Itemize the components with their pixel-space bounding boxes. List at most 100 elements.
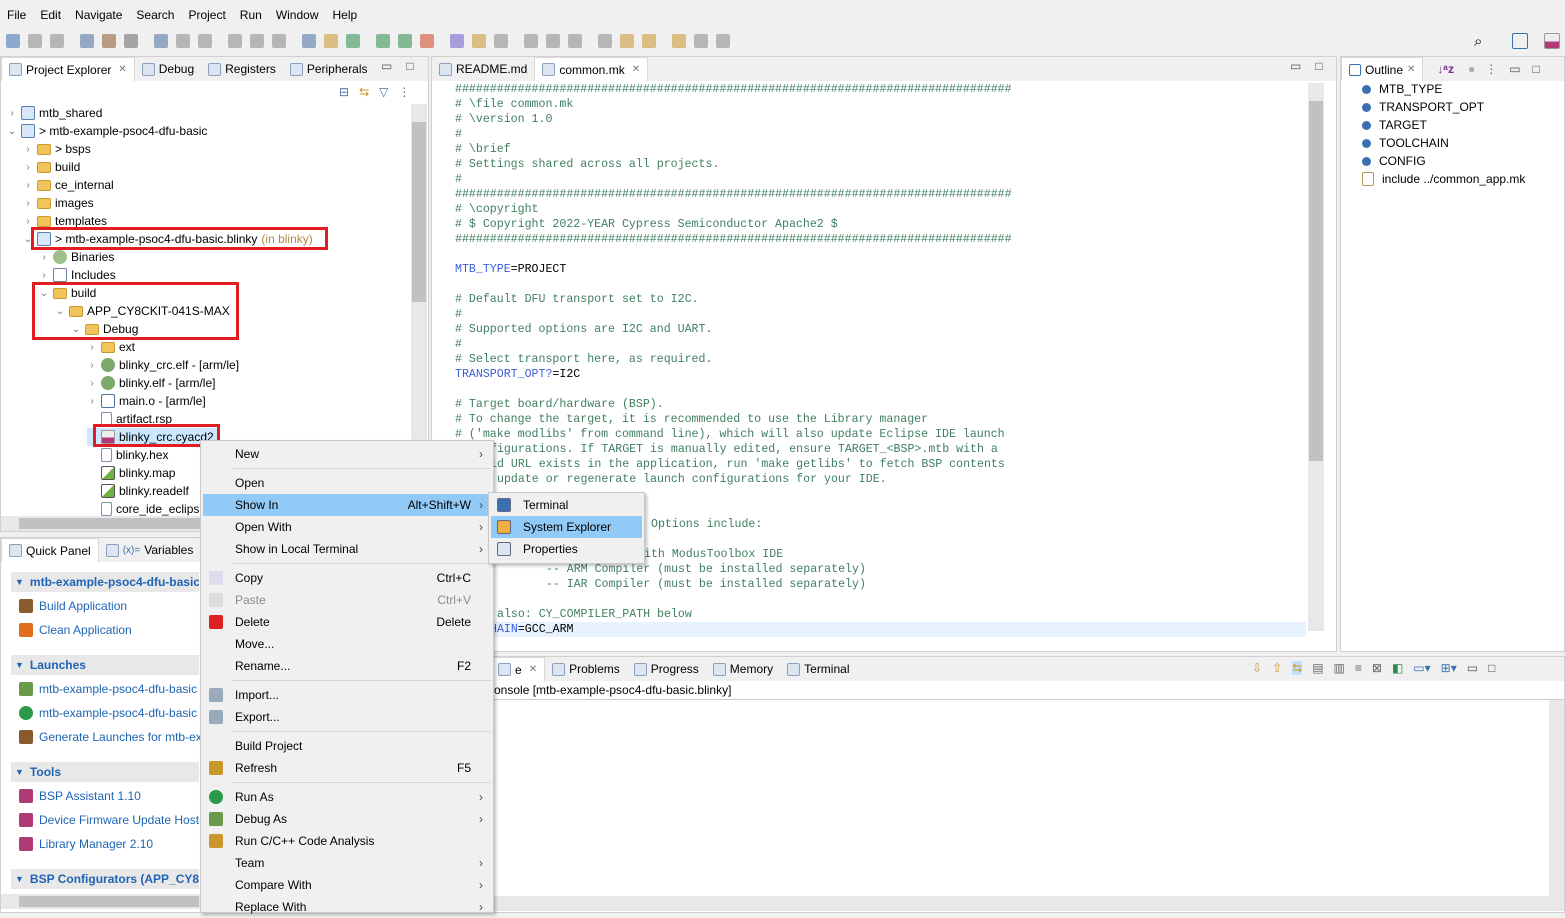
tree-item[interactable]: › blinky_crc.elf - [arm/le] xyxy=(87,356,239,374)
link-editor-icon[interactable]: ⇆ xyxy=(359,85,369,99)
toolbar-button-icon[interactable] xyxy=(524,34,538,48)
hide-fields-icon[interactable]: ● xyxy=(1468,62,1475,76)
menu-item-compare-with[interactable]: Compare With › xyxy=(203,874,491,896)
close-icon[interactable]: ✕ xyxy=(632,64,640,75)
menu-window[interactable]: Window xyxy=(269,6,326,26)
toolbar-button-icon[interactable] xyxy=(472,34,486,48)
tab-terminal[interactable]: Terminal xyxy=(780,657,856,681)
menu-item-import[interactable]: Import... xyxy=(203,684,491,706)
menu-item-paste[interactable]: Paste Ctrl+V xyxy=(203,589,491,611)
quick-panel-link[interactable]: mtb-example-psoc4-dfu-basic xyxy=(19,682,201,696)
tab-progress[interactable]: Progress xyxy=(627,657,706,681)
menu-item-refresh[interactable]: Refresh F5 xyxy=(203,757,491,779)
tab-e[interactable]: e ✕ xyxy=(490,657,546,681)
chevron-right-icon[interactable]: › xyxy=(87,360,97,371)
menu-item-show-in[interactable]: Show In Alt+Shift+W › xyxy=(203,494,491,516)
toolbar-button-icon[interactable] xyxy=(642,34,656,48)
toolbar-button-icon[interactable] xyxy=(620,34,634,48)
toolbar-button-icon[interactable] xyxy=(420,34,434,48)
menu-item-delete[interactable]: Delete Delete xyxy=(203,611,491,633)
maximize-icon[interactable]: □ xyxy=(1533,62,1540,76)
view-menu-icon[interactable]: ⋮ xyxy=(398,85,410,99)
minimize-icon[interactable]: ▭ xyxy=(1467,661,1478,675)
menu-item-run-as[interactable]: Run As › xyxy=(203,786,491,808)
display-console-icon[interactable]: ▭▾ xyxy=(1413,661,1430,675)
maximize-icon[interactable]: □ xyxy=(1315,59,1322,73)
quick-panel-section-header[interactable]: ▼ Launches xyxy=(11,655,199,675)
chevron-right-icon[interactable]: › xyxy=(87,396,97,407)
chevron-right-icon[interactable]: › xyxy=(7,108,17,119)
tree-item[interactable]: › images xyxy=(23,194,93,212)
tree-item[interactable]: › ce_internal xyxy=(23,176,113,194)
scroll-up-icon[interactable]: ⇧ xyxy=(1272,661,1282,675)
toolbar-button-icon[interactable] xyxy=(376,34,390,48)
chevron-right-icon[interactable]: › xyxy=(23,198,33,209)
tree-item[interactable]: › blinky.elf - [arm/le] xyxy=(87,374,215,392)
pin-icon[interactable]: ≡ xyxy=(1355,661,1362,675)
menu-item-build-project[interactable]: Build Project xyxy=(203,735,491,757)
tab-common-mk[interactable]: common.mk ✕ xyxy=(534,57,649,81)
toolbar-button-icon[interactable] xyxy=(494,34,508,48)
minimize-icon[interactable]: ▭ xyxy=(1509,62,1520,76)
outline-item[interactable]: TOOLCHAIN xyxy=(1362,136,1449,150)
chevron-right-icon[interactable]: › xyxy=(23,162,33,173)
quick-panel-horizontal-scrollbar[interactable] xyxy=(1,894,201,909)
toolbar-button-icon[interactable] xyxy=(694,34,708,48)
menu-item-replace-with[interactable]: Replace With › xyxy=(203,896,491,918)
tree-item[interactable]: blinky.hex xyxy=(87,446,168,464)
menu-item-open[interactable]: Open xyxy=(203,472,491,494)
submenu-item-properties[interactable]: Properties xyxy=(491,538,642,560)
toolbar-button-icon[interactable] xyxy=(28,34,42,48)
toolbar-button-icon[interactable] xyxy=(250,34,264,48)
console-horizontal-scrollbar[interactable] xyxy=(432,896,1564,911)
tree-item[interactable]: › mtb_shared xyxy=(7,104,102,122)
tree-item[interactable]: › Binaries xyxy=(39,248,114,266)
menu-item-export[interactable]: Export... xyxy=(203,706,491,728)
editor-vertical-scrollbar[interactable] xyxy=(1308,83,1324,631)
quick-panel-link[interactable]: Build Application xyxy=(19,599,201,613)
outline-item[interactable]: MTB_TYPE xyxy=(1362,82,1442,96)
search-icon[interactable]: ⌕ xyxy=(1474,33,1482,50)
toolbar-button-icon[interactable] xyxy=(198,34,212,48)
pin-console-icon[interactable]: ◧ xyxy=(1392,661,1403,675)
tab-debug[interactable]: Debug xyxy=(135,57,201,81)
quick-panel-link[interactable]: Generate Launches for mtb-ex xyxy=(19,730,201,744)
chevron-right-icon[interactable]: › xyxy=(87,378,97,389)
toolbar-button-icon[interactable] xyxy=(124,34,138,48)
outline-item[interactable]: include ../common_app.mk xyxy=(1362,172,1525,186)
scroll-lock-icon[interactable]: ⇆ xyxy=(1292,661,1303,675)
quick-panel-link[interactable]: Clean Application xyxy=(19,623,201,637)
modustoolbox-perspective-icon[interactable] xyxy=(1544,33,1560,49)
tree-item[interactable]: blinky.readelf xyxy=(87,482,189,500)
close-icon[interactable]: ✕ xyxy=(118,64,126,75)
close-icon[interactable]: ✕ xyxy=(529,664,537,675)
filter-icon[interactable]: ▽ xyxy=(379,85,388,99)
remove-launch-icon[interactable]: ⊠ xyxy=(1372,661,1382,675)
quick-panel-link[interactable]: BSP Assistant 1.10 xyxy=(19,789,201,803)
toolbar-button-icon[interactable] xyxy=(50,34,64,48)
toolbar-button-icon[interactable] xyxy=(546,34,560,48)
close-icon[interactable]: ✕ xyxy=(1407,64,1415,75)
collapse-all-icon[interactable]: ⊟ xyxy=(339,85,349,99)
toolbar-button-icon[interactable] xyxy=(568,34,582,48)
toolbar-button-icon[interactable] xyxy=(598,34,612,48)
quick-panel-section-header[interactable]: ▼ Tools xyxy=(11,762,199,782)
view-menu-icon[interactable]: ⋮ xyxy=(1485,62,1497,76)
open-perspective-icon[interactable] xyxy=(1512,33,1528,49)
menu-item-new[interactable]: New › xyxy=(203,443,491,465)
toolbar-button-icon[interactable] xyxy=(346,34,360,48)
toolbar-button-icon[interactable] xyxy=(672,34,686,48)
tab-quick-panel[interactable]: Quick Panel xyxy=(1,538,99,562)
toolbar-button-icon[interactable] xyxy=(398,34,412,48)
toolbar-button-icon[interactable] xyxy=(154,34,168,48)
chevron-right-icon[interactable]: › xyxy=(23,144,33,155)
menu-item-open-with[interactable]: Open With › xyxy=(203,516,491,538)
tree-item[interactable]: › main.o - [arm/le] xyxy=(87,392,206,410)
tree-item[interactable]: › build xyxy=(23,158,80,176)
menu-project[interactable]: Project xyxy=(181,6,232,26)
menu-item-copy[interactable]: Copy Ctrl+C xyxy=(203,567,491,589)
chevron-right-icon[interactable]: › xyxy=(23,180,33,191)
outline-item[interactable]: TARGET xyxy=(1362,118,1427,132)
minimize-icon[interactable]: ▭ xyxy=(381,59,392,73)
tree-item[interactable]: › ext xyxy=(87,338,135,356)
